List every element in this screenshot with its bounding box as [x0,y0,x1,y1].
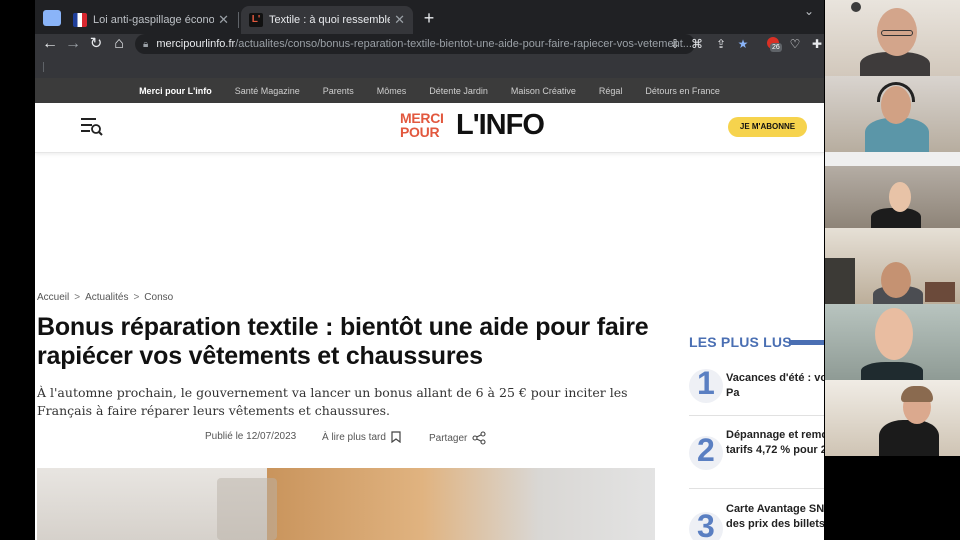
shield-extension-icon[interactable]: ♡ [787,34,803,54]
url-path: /actualites/conso/bonus-reparation-texti… [235,38,692,50]
install-app-icon[interactable]: ⇩ [667,34,683,54]
most-read-title: Vacances d'été : vo t-elle le fameux Pa [726,372,824,399]
nav-detours-en-france[interactable]: Détours en France [645,86,720,96]
site-logo[interactable]: MERCI POUR L'INFO [400,109,560,144]
breadcrumb-conso[interactable]: Conso [144,292,173,303]
home-icon[interactable]: ⌂ [109,34,129,54]
subscribe-button[interactable]: JE M'ABONNE [728,117,807,137]
breadcrumb-accueil[interactable]: Accueil [37,292,69,303]
url-domain: mercipourlinfo.fr [156,38,236,50]
tab-loi-anti-gaspillage[interactable]: Loi anti-gaspillage économie circ ✕ [65,6,237,34]
video-participant-1 [825,0,960,76]
new-tab-button[interactable]: + [417,8,441,30]
most-read-rank: 2 [689,432,723,470]
nav-merci-pour-linfo[interactable]: Merci pour L'info [139,86,212,96]
gouv-favicon-icon [73,13,87,27]
most-read-rank: 1 [689,365,723,403]
share-button[interactable]: Partager [429,431,486,445]
nav-sante-magazine[interactable]: Santé Magazine [235,86,300,96]
bookmark-star-icon[interactable]: ★ [735,34,751,54]
most-read-heading: LES PLUS LUS [689,334,792,350]
article-hero-image [37,468,655,540]
nav-parents[interactable]: Parents [323,86,354,96]
tab-search-icon[interactable] [43,10,61,26]
most-read-divider [689,488,824,489]
browser-window: Loi anti-gaspillage économie circ ✕ L' T… [35,0,824,540]
tab-search-chevron-icon[interactable]: ⌄ [804,4,814,18]
mercipourlinfo-favicon-icon: L' [249,13,263,27]
site-network-nav: Merci pour L'info Santé Magazine Parents… [35,78,824,103]
browser-toolbar: ← → ↻ ⌂ 🔒︎ mercipourlinfo.fr /actualites… [35,34,824,78]
tab-bar: Loi anti-gaspillage économie circ ✕ L' T… [35,0,824,34]
mic-icon [851,2,861,12]
close-tab-icon[interactable]: ✕ [218,12,229,28]
nav-maison-creative[interactable]: Maison Créative [511,86,576,96]
bookmarks-bar-divider [43,62,44,72]
article-title: Bonus réparation textile : bientôt une a… [37,313,649,370]
bookmark-icon [391,431,401,443]
video-participant-2 [825,76,960,152]
video-participant-3 [825,152,960,228]
tab-title: Textile : à quoi ressemblera le bo [269,14,391,26]
read-later-button[interactable]: À lire plus tard [322,431,401,443]
forward-arrow-icon[interactable]: → [63,34,83,54]
nav-momes[interactable]: Mômes [377,86,407,96]
back-arrow-icon[interactable]: ← [40,34,60,54]
nav-regal[interactable]: Régal [599,86,623,96]
most-read-heading-bar [789,340,824,345]
extension-badge: 26 [770,43,782,52]
most-read-rank: 3 [689,508,723,540]
reload-icon[interactable]: ↻ [86,34,106,54]
extensions-puzzle-icon[interactable]: ✚ [809,34,824,54]
most-read-title: Carte Avantage SNCF : les plafonds des p… [726,503,824,530]
extension-icon[interactable]: 26 [765,34,782,54]
video-participant-6 [825,380,960,456]
tab-textile[interactable]: L' Textile : à quoi ressemblera le bo ✕ [241,6,413,34]
most-read-title: Dépannage et remo autoroute : les tarifs… [726,429,824,456]
share-page-icon[interactable]: ⇪ [713,34,729,54]
breadcrumb-actualites[interactable]: Actualités [85,292,128,303]
lock-icon: 🔒︎ [143,38,149,50]
video-participant-5 [825,304,960,380]
site-header: MERCI POUR L'INFO JE M'ABONNE [35,103,824,153]
translate-icon[interactable]: ⌘ [689,34,705,54]
menu-search-icon[interactable] [81,115,103,137]
article-lead: À l'automne prochain, le gouvernement va… [37,385,628,418]
tab-title: Loi anti-gaspillage économie circ [93,14,215,26]
tab-separator [238,12,239,28]
address-bar[interactable]: 🔒︎ mercipourlinfo.fr /actualites/conso/b… [135,34,695,54]
close-tab-icon[interactable]: ✕ [394,12,405,28]
video-participant-4 [825,228,960,304]
most-read-divider [689,415,824,416]
share-icon [472,431,486,445]
publish-date: Publié le 12/07/2023 [205,431,297,442]
breadcrumb: Accueil > Actualités > Conso [37,292,174,303]
nav-detente-jardin[interactable]: Détente Jardin [429,86,488,96]
